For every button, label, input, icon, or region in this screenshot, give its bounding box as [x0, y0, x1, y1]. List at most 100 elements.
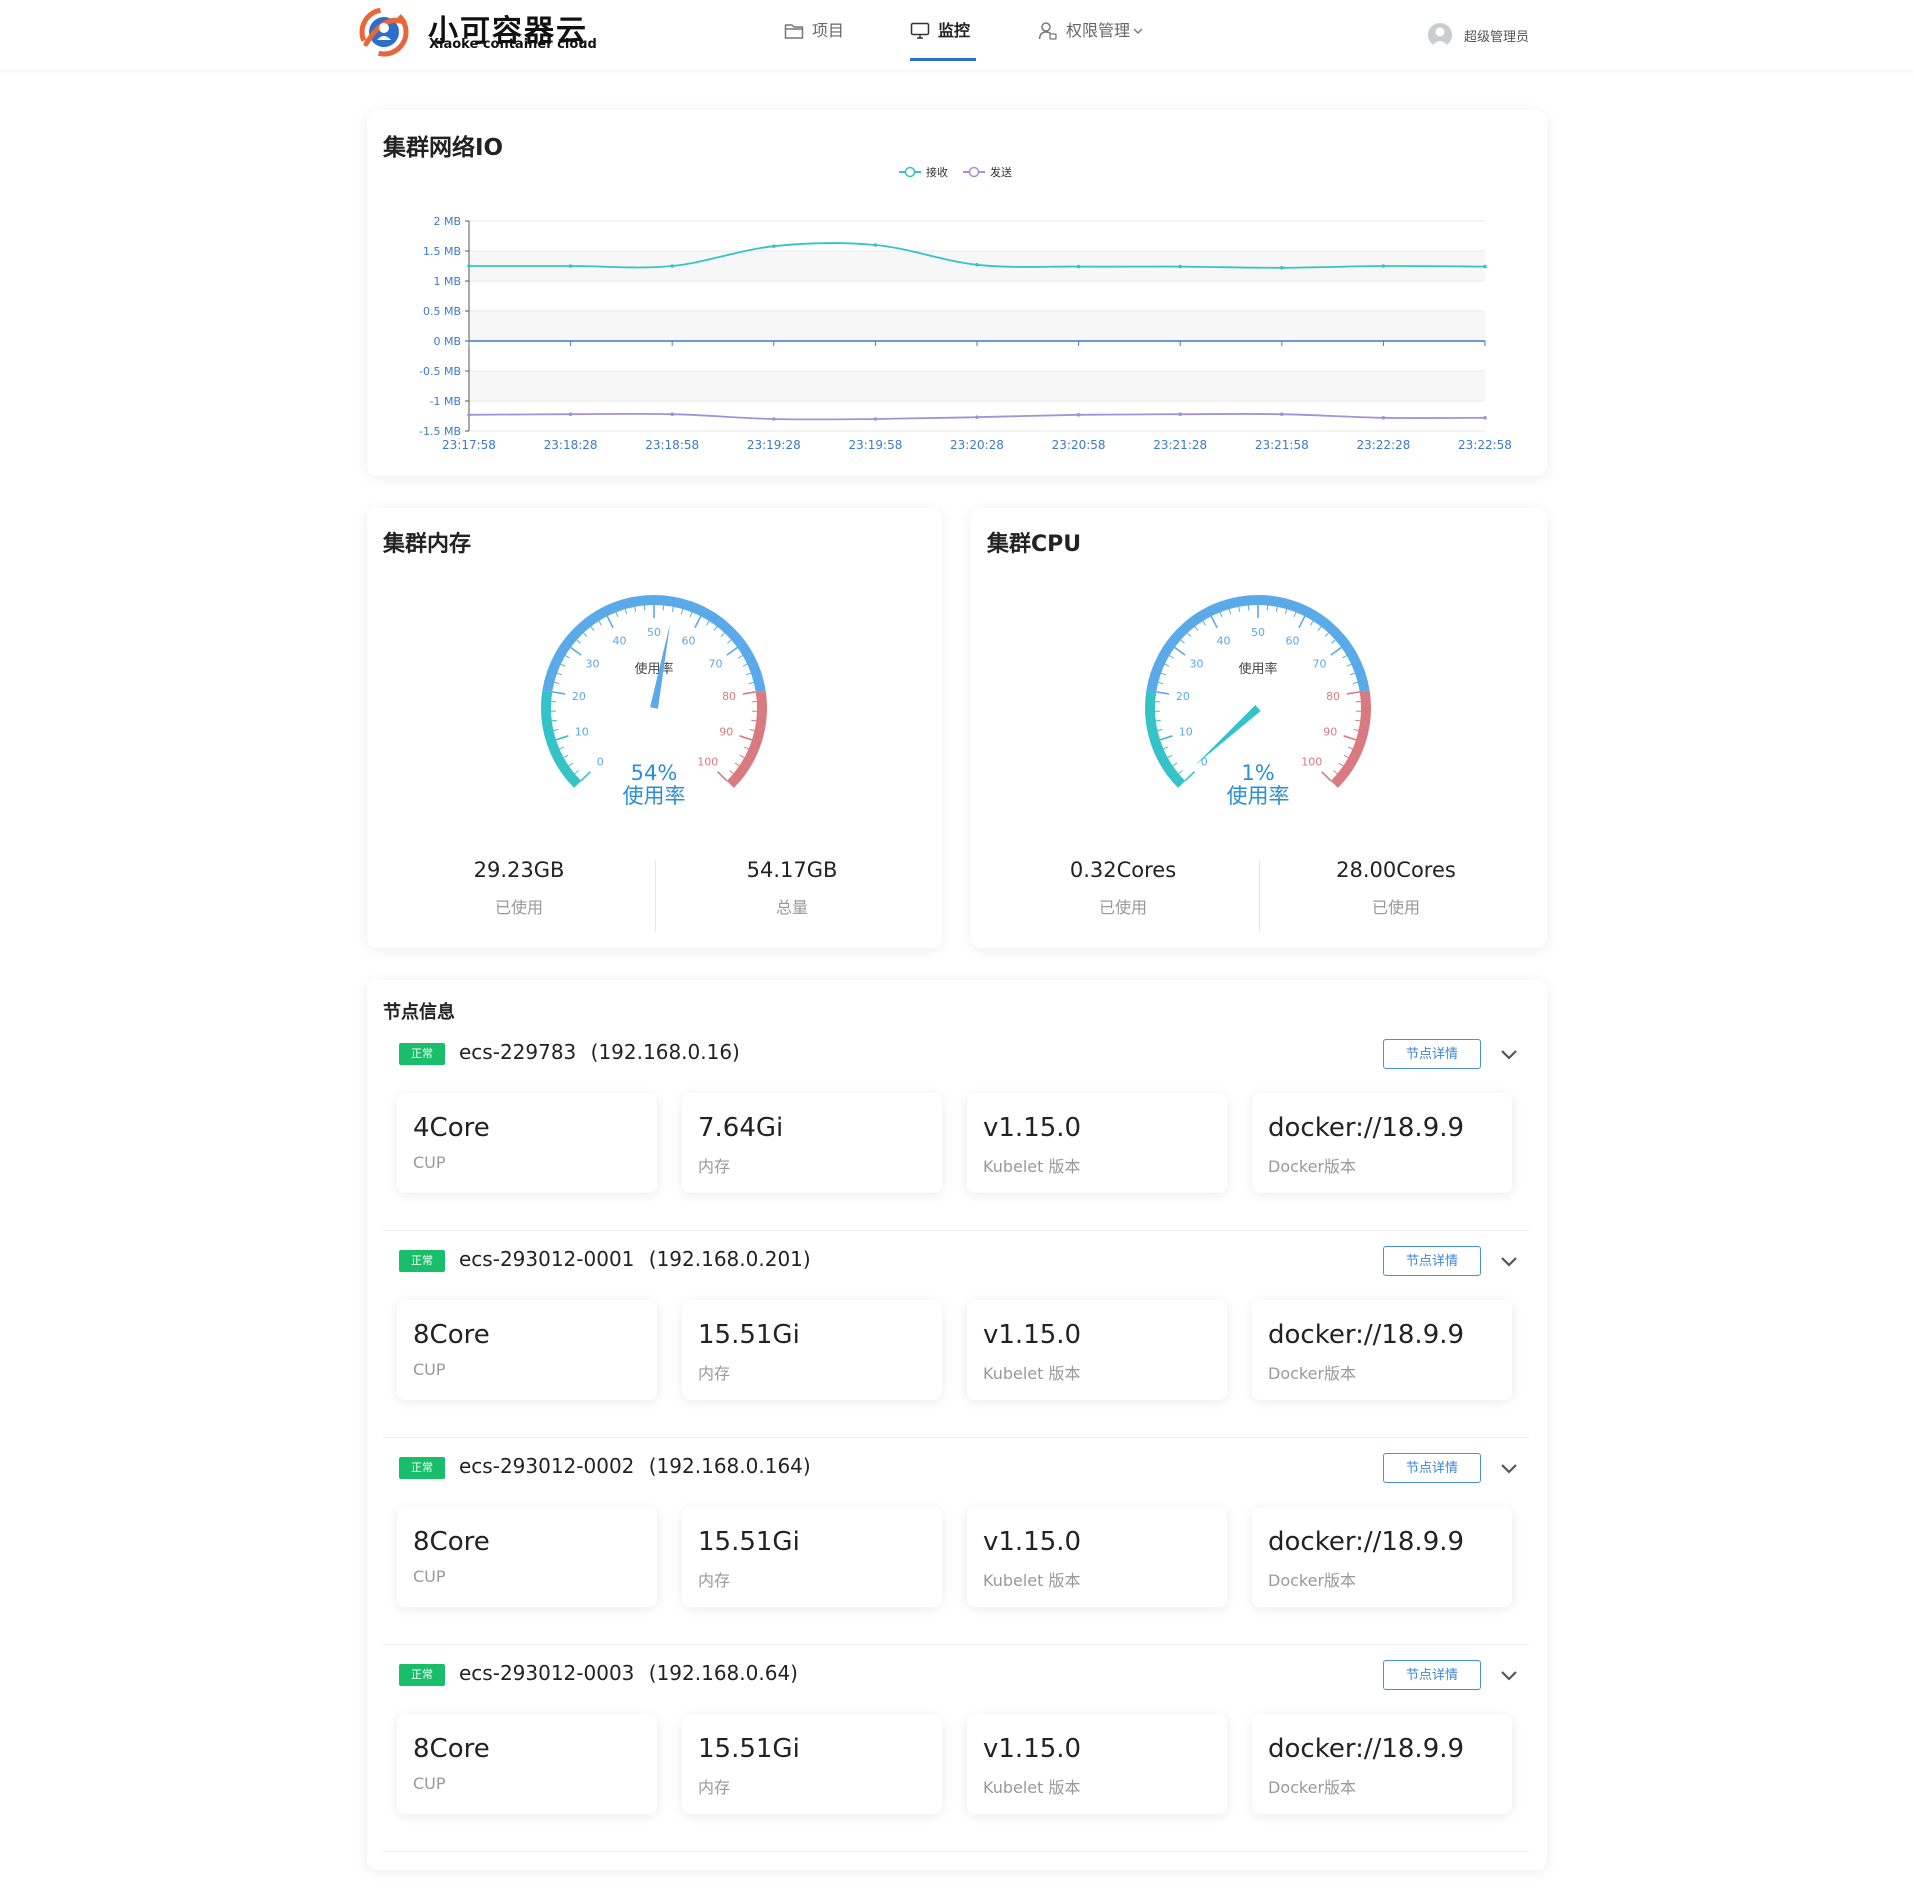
- metric-label: 内存: [698, 1157, 731, 1176]
- gauge-tick: [1353, 728, 1359, 731]
- gauge-tick: [727, 639, 732, 644]
- gauge-tick-label: 90: [719, 725, 733, 738]
- gauge-tick: [743, 746, 749, 750]
- metric-value: docker://18.9.9: [1268, 1527, 1465, 1557]
- metric-label: Kubelet 版本: [983, 1364, 1081, 1383]
- gauge-value: 54%: [631, 761, 678, 785]
- metric-value: 8Core: [413, 1734, 490, 1764]
- nav-item-monitor[interactable]: 监控: [910, 18, 970, 44]
- metric-label: Docker版本: [1268, 1571, 1357, 1590]
- monitor-icon: [910, 22, 930, 39]
- chart-y-tick-label: 2 MB: [433, 215, 461, 228]
- metric-label: Kubelet 版本: [983, 1157, 1081, 1176]
- metric-value: v1.15.0: [983, 1527, 1082, 1557]
- network-io-chart: 2 MB 1.5 MB 1 MB 0.5 MB 0 MB -0.5 MB -1 MB -1.5…: [419, 165, 1512, 452]
- gauge-inner-label: 使用率: [634, 661, 673, 677]
- gauge-tick-label: 10: [575, 725, 589, 738]
- metric-label: CUP: [413, 1360, 446, 1379]
- node-memory-metric: 7.64Gi 内存: [682, 1093, 942, 1193]
- cpu-total-value: 28.00Cores: [1336, 858, 1456, 882]
- chevron-down-icon[interactable]: [1498, 1045, 1520, 1063]
- metric-value: 4Core: [413, 1113, 490, 1143]
- gauge-tick: [1194, 626, 1199, 631]
- metric-value: 8Core: [413, 1320, 490, 1350]
- chart-data-point: [873, 417, 878, 421]
- chevron-down-icon[interactable]: [1498, 1459, 1520, 1477]
- chart-x-tick-label: 23:20:58: [1052, 438, 1106, 452]
- chart-data-point: [1483, 416, 1487, 420]
- chevron-down-icon[interactable]: [1498, 1666, 1520, 1684]
- node-detail-button[interactable]: 节点详情: [1383, 1660, 1481, 1690]
- gauge-tick: [1164, 663, 1170, 667]
- node-detail-button[interactable]: 节点详情: [1383, 1453, 1481, 1483]
- gauge-tick: [583, 632, 588, 637]
- legend-marker: [968, 166, 980, 178]
- memory-used-stat: 29.23GB 已使用: [419, 858, 619, 918]
- cpu-used-value: 0.32Cores: [1069, 858, 1177, 882]
- chart-data-point: [1381, 416, 1386, 420]
- gauge-tick: [1155, 719, 1161, 722]
- chevron-down-icon[interactable]: [1498, 1252, 1520, 1270]
- chart-data-point: [670, 412, 674, 417]
- metric-value: 7.64Gi: [698, 1113, 784, 1143]
- memory-total-stat: 54.17GB 总量: [692, 858, 892, 918]
- metric-value: docker://18.9.9: [1268, 1320, 1465, 1350]
- gauge-tick: [726, 646, 738, 656]
- nav-item-label: 监控: [938, 21, 971, 40]
- metric-label: Docker版本: [1268, 1778, 1357, 1797]
- memory-used-label: 已使用: [494, 898, 543, 917]
- gauge-tick: [1355, 719, 1361, 722]
- gauge-tick: [590, 626, 595, 631]
- gauge-tick: [1210, 615, 1218, 629]
- gauge-tick: [565, 655, 570, 659]
- node-item: 正常 ecs-293012-0002 (192.168.0.164) 节点详情 …: [383, 1437, 1529, 1645]
- gauge-tick: [1184, 771, 1195, 782]
- chart-y-tick-label: 0 MB: [433, 335, 461, 348]
- node-info-card: 节点信息 正常 ecs-229783 (192.168.0.16) 节点详情 4…: [367, 980, 1547, 1870]
- chart-x-tick-label: 23:19:28: [747, 438, 801, 452]
- gauge-tick: [1157, 728, 1163, 731]
- gauge-tick-label: 60: [1286, 634, 1300, 647]
- gauge-tick: [580, 771, 591, 782]
- gauge-tick: [742, 691, 756, 695]
- gauge-tick-label: 70: [1312, 657, 1326, 670]
- stat-divider: [1259, 860, 1260, 932]
- memory-used-value: 29.23GB: [473, 858, 565, 882]
- gauge-tick: [1159, 735, 1173, 741]
- gauge-tick: [739, 735, 753, 741]
- gauge-tick: [553, 728, 559, 731]
- metric-value: 15.51Gi: [698, 1320, 800, 1350]
- node-docker-metric: docker://18.9.9 Docker版本: [1252, 1093, 1512, 1193]
- metric-value: 8Core: [413, 1527, 490, 1557]
- user-menu[interactable]: 超级管理员: [1428, 23, 1529, 47]
- nav-item-project[interactable]: 项目: [784, 18, 844, 44]
- node-detail-button[interactable]: 节点详情: [1383, 1039, 1481, 1069]
- gauge-tick: [680, 608, 684, 615]
- user-name: 超级管理员: [1464, 29, 1530, 45]
- node-kubelet-metric: v1.15.0 Kubelet 版本: [967, 1093, 1227, 1193]
- chart-x-tick-label: 23:21:58: [1255, 438, 1309, 452]
- gauge-tick: [1324, 632, 1329, 637]
- legend-label: 发送: [990, 165, 1012, 179]
- gauge-tick: [1174, 646, 1186, 656]
- node-detail-button[interactable]: 节点详情: [1383, 1246, 1481, 1276]
- node-memory-metric: 15.51Gi 内存: [682, 1714, 942, 1814]
- gauge-tick: [606, 615, 614, 629]
- metric-value: docker://18.9.9: [1268, 1113, 1465, 1143]
- chart-data-point: [467, 264, 471, 268]
- chart-x-tick-label: 23:21:28: [1153, 438, 1207, 452]
- chart-x-tick-label: 23:18:28: [544, 438, 598, 452]
- gauge-tick-label: 30: [1190, 657, 1204, 670]
- gauge-tick: [552, 691, 566, 695]
- chart-data-point: [975, 263, 979, 267]
- metric-value: v1.15.0: [983, 1320, 1082, 1350]
- gauge-tick-label: 80: [1326, 690, 1340, 703]
- gauge-caption: 使用率: [1227, 784, 1290, 808]
- gauge-value: 1%: [1241, 761, 1274, 785]
- chart-data-point: [1076, 413, 1081, 417]
- chart-data-point: [1280, 412, 1284, 417]
- gauge-tick: [1238, 606, 1241, 612]
- chart-data-point: [1178, 264, 1182, 269]
- nav-item-permission[interactable]: 权限管理: [1038, 18, 1144, 44]
- chart-y-tick-label: -0.5 MB: [419, 365, 461, 378]
